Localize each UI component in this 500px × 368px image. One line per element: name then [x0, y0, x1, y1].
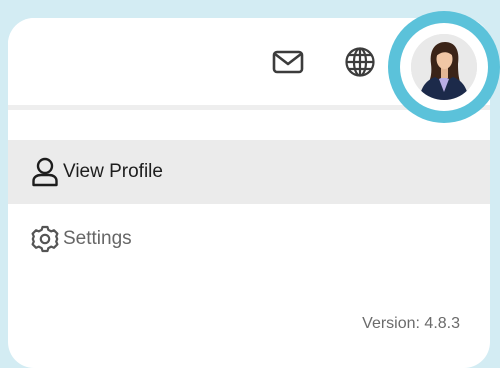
- messages-button[interactable]: [270, 44, 306, 80]
- globe-icon: [345, 47, 375, 77]
- settings-label: Settings: [63, 228, 132, 249]
- user-icon: [30, 157, 60, 187]
- mail-icon: [272, 50, 304, 74]
- avatar-button[interactable]: [388, 11, 500, 123]
- language-button[interactable]: [342, 44, 378, 80]
- settings-menu-item[interactable]: Settings: [8, 207, 490, 271]
- view-profile-menu-item[interactable]: View Profile: [8, 140, 490, 204]
- avatar-frame: [400, 23, 488, 111]
- gear-icon: [30, 224, 60, 254]
- version-text: Version: 4.8.3: [362, 315, 460, 332]
- avatar: [411, 34, 477, 100]
- view-profile-label: View Profile: [63, 161, 163, 182]
